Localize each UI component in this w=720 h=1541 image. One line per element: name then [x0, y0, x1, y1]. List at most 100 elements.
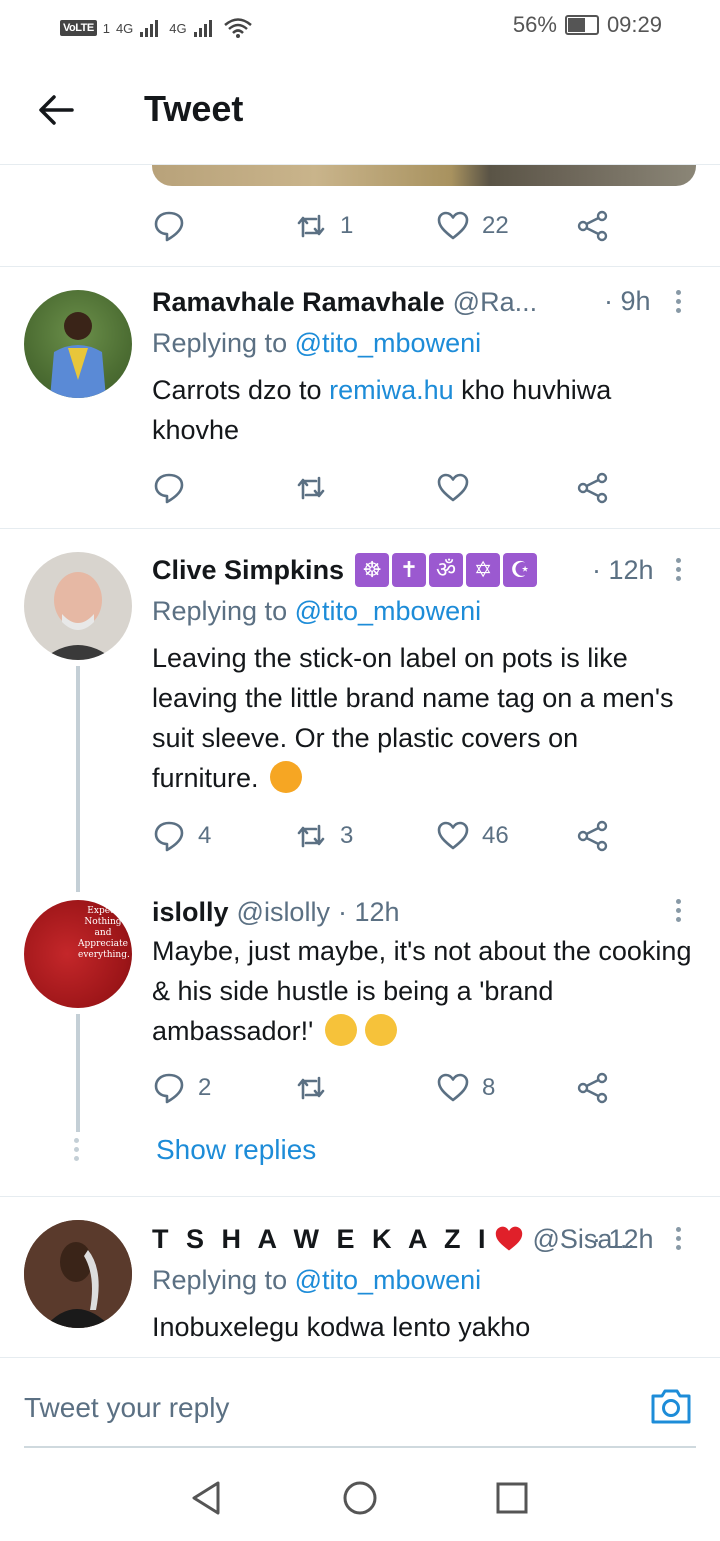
nav-back-icon[interactable]	[186, 1478, 226, 1518]
user-handle[interactable]: @Ra...	[453, 287, 537, 318]
nav-recents-icon[interactable]	[492, 1478, 532, 1518]
like-button[interactable]	[436, 468, 470, 508]
avatar-caption: Expect Nothing and Appreciate everything…	[78, 906, 130, 960]
avatar-photo	[42, 572, 114, 660]
winking-face-emoji	[364, 1014, 397, 1046]
battery-icon	[564, 15, 599, 35]
avatar[interactable]	[24, 552, 132, 660]
tweet-text: Carrots dzo to remiwa.hu kho huvhiwa kho…	[152, 370, 692, 450]
more-options-icon[interactable]	[674, 1227, 682, 1253]
tweet-time: · 12h	[592, 1224, 654, 1254]
reply-underline	[24, 1446, 696, 1448]
heart-icon	[437, 211, 469, 240]
heart-icon	[437, 1073, 469, 1102]
tweet-media-image[interactable]	[152, 165, 696, 186]
reply-input[interactable]: Tweet your reply	[24, 1392, 229, 1424]
thinking-face-emoji	[324, 1014, 357, 1046]
avatar-photo	[50, 312, 106, 398]
share-button[interactable]	[576, 816, 610, 856]
mention-link[interactable]: @tito_mboweni	[295, 1265, 482, 1295]
retweet-button[interactable]: 1	[294, 206, 353, 246]
tweet-header: Ramavhale Ramavhale @Ra...	[152, 282, 537, 322]
like-count: 46	[482, 822, 509, 849]
display-name[interactable]: islolly	[152, 897, 229, 928]
tweet-actions	[152, 468, 622, 508]
camera-icon[interactable]	[650, 1386, 692, 1426]
tweet-text: Maybe, just maybe, it's not about the co…	[152, 931, 692, 1051]
heart-icon	[437, 473, 469, 502]
like-button[interactable]: 8	[436, 1068, 495, 1108]
replying-to: Replying to @tito_mboweni	[152, 1265, 481, 1296]
tweet-text: Leaving the stick-on label on pots is li…	[152, 638, 692, 798]
share-button[interactable]	[576, 1068, 610, 1108]
user-handle[interactable]: @islolly	[237, 897, 330, 928]
like-count: 8	[482, 1074, 496, 1101]
share-button[interactable]	[576, 206, 610, 246]
display-name[interactable]: Clive Simpkins	[152, 555, 344, 586]
reply-button[interactable]: 4	[152, 816, 211, 856]
sim-number: 1	[102, 20, 110, 36]
system-navigation-bar	[0, 1450, 720, 1541]
display-name[interactable]: Ramavhale Ramavhale	[152, 287, 445, 318]
crescent-star-symbol: ☪	[503, 553, 538, 587]
network-type-2: 4G	[169, 20, 187, 36]
avatar[interactable]	[24, 1220, 132, 1328]
tweet-text-body: Maybe, just maybe, it's not about the co…	[152, 936, 692, 1046]
avatar-photo	[24, 1220, 132, 1328]
divider	[0, 528, 720, 529]
battery-percent: 56%	[512, 12, 557, 37]
replying-to: Replying to @tito_mboweni	[152, 596, 481, 627]
om-symbol: ॐ	[429, 553, 464, 587]
reply-icon	[154, 473, 184, 504]
share-button[interactable]	[576, 468, 610, 508]
like-count: 22	[482, 212, 509, 239]
like-button[interactable]: 22	[436, 206, 509, 246]
more-options-icon[interactable]	[674, 899, 682, 925]
heart-icon	[437, 821, 469, 850]
retweet-button[interactable]	[294, 468, 328, 508]
show-replies-link[interactable]: Show replies	[156, 1134, 316, 1166]
top-app-bar: Tweet	[0, 56, 720, 165]
reply-button[interactable]	[152, 206, 198, 246]
retweet-icon	[297, 214, 325, 238]
reply-icon	[154, 821, 184, 852]
like-button[interactable]: 46	[436, 816, 509, 856]
thread-continuation-dots	[74, 1138, 80, 1165]
tweet-time: · 12h	[592, 555, 654, 585]
tweet-header: T S H A W E K A Z I @Sisa...	[152, 1219, 635, 1259]
mention-link[interactable]: @tito_mboweni	[295, 596, 482, 626]
replying-to: Replying to @tito_mboweni	[152, 328, 481, 359]
more-options-icon[interactable]	[674, 558, 682, 584]
page-title: Tweet	[144, 88, 244, 129]
tweet-text-body: Leaving the stick-on label on pots is li…	[152, 643, 674, 793]
avatar[interactable]	[24, 290, 132, 398]
tweet-link[interactable]: remiwa.hu	[329, 375, 454, 405]
back-arrow-icon[interactable]	[34, 90, 78, 130]
more-options-icon[interactable]	[674, 290, 682, 316]
reply-icon	[154, 211, 184, 242]
retweet-button[interactable]: 3	[294, 816, 353, 856]
status-bar: VoLTE 1 4G 4G 56% 09:29	[0, 0, 720, 56]
share-icon	[577, 472, 608, 504]
name-symbols: ☸ ✝ ॐ ✡ ☪	[352, 553, 538, 587]
mention-link[interactable]: @tito_mboweni	[295, 328, 482, 358]
reply-icon	[154, 1073, 184, 1104]
clock: 09:29	[606, 12, 662, 37]
display-name[interactable]: T S H A W E K A Z I	[152, 1224, 491, 1255]
divider	[0, 1196, 720, 1197]
tweet-text: Inobuxelegu kodwa lento yakho	[152, 1312, 531, 1342]
divider	[0, 266, 720, 267]
tweet-actions: 4 3 46	[152, 816, 622, 856]
avatar[interactable]: Expect Nothing and Appreciate everything…	[24, 900, 132, 1008]
confounded-face-emoji	[270, 761, 303, 793]
reply-button[interactable]	[152, 468, 186, 508]
retweet-button[interactable]	[294, 1068, 328, 1108]
main-tweet-actions: 1 22	[152, 206, 622, 246]
nav-home-icon[interactable]	[340, 1478, 380, 1518]
reply-button[interactable]: 2	[152, 1068, 211, 1108]
tweet-time: · 9h	[604, 286, 651, 316]
star-of-david-symbol: ✡	[466, 553, 501, 587]
status-right: 56% 09:29	[513, 12, 662, 38]
reply-count: 2	[198, 1074, 212, 1101]
replying-label: Replying to	[152, 328, 288, 358]
